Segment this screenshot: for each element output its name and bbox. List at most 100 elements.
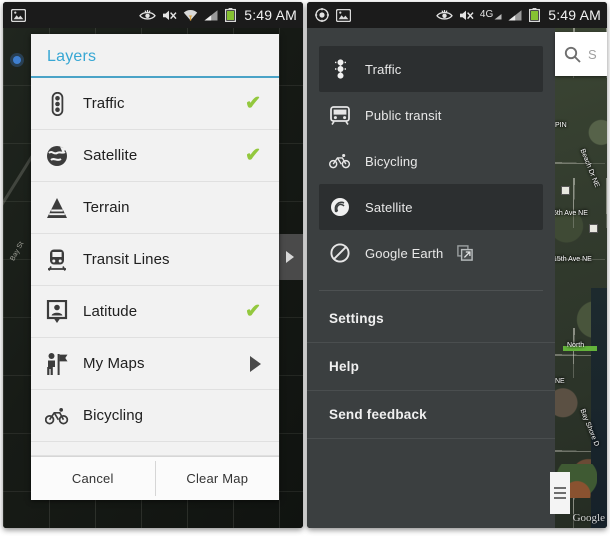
search-input[interactable]: S — [588, 47, 597, 62]
image-icon — [11, 8, 26, 22]
cancel-button[interactable]: Cancel — [31, 457, 155, 500]
wifi-icon — [184, 9, 198, 21]
train-icon — [329, 104, 351, 126]
layer-item-trailing[interactable]: ✔ — [245, 146, 267, 165]
phone-screenshot-left: Bay St 5:49 AM Layers Traffic ✔ Satellit… — [3, 2, 303, 528]
gps-location-icon — [315, 8, 329, 22]
my-maps-flag-icon — [45, 352, 69, 376]
layer-item-terrain[interactable]: Terrain — [31, 182, 279, 234]
layer-item-trailing[interactable] — [250, 355, 267, 372]
layer-item-label: Satellite — [83, 147, 138, 164]
map-label: PIN — [555, 122, 567, 129]
layer-item-traffic[interactable]: Traffic ✔ — [31, 78, 279, 130]
check-icon: ✔ — [245, 145, 261, 166]
drawer-action-send-feedback[interactable]: Send feedback — [307, 391, 555, 439]
status-bar-left-icons — [315, 8, 351, 22]
mobile-data-4g-icon: 4G — [480, 10, 502, 20]
layers-list: Traffic ✔ Satellite ✔ Terrain Transit Li… — [31, 78, 279, 456]
phone-screenshot-right: PIN 6th Ave NE 15th Ave NE North NE Beac… — [307, 2, 607, 528]
globe-icon — [45, 144, 69, 168]
chevron-right-icon — [250, 355, 261, 372]
check-icon: ✔ — [245, 301, 261, 322]
layer-item-label: Latitude — [83, 303, 138, 320]
mute-icon — [163, 10, 177, 20]
map-label: NE — [555, 378, 565, 385]
drawer-item-traffic[interactable]: Traffic — [319, 46, 543, 92]
screenshot-stage: Bay St 5:49 AM Layers Traffic ✔ Satellit… — [0, 0, 610, 536]
layer-item-label: My Maps — [83, 355, 145, 372]
drawer-item-public-transit[interactable]: Public transit — [319, 92, 543, 138]
traffic-light-icon — [45, 91, 69, 116]
layer-item-trailing[interactable]: ✔ — [245, 302, 267, 321]
external-link-icon — [457, 245, 474, 261]
drawer-item-label: Satellite — [365, 199, 413, 215]
legal-line — [554, 487, 566, 489]
check-icon: ✔ — [245, 93, 261, 114]
chevron-right-icon — [286, 251, 294, 263]
navigation-drawer: Traffic Public transit Bicycling Satelli… — [307, 28, 555, 528]
layer-item-bicycling[interactable]: Bicycling — [31, 390, 279, 442]
layer-item-label: Transit Lines — [83, 251, 170, 268]
train-icon — [45, 248, 69, 272]
drawer-item-label: Traffic — [365, 61, 402, 77]
layer-item-label: Traffic — [83, 95, 125, 112]
map-legal-chip[interactable] — [550, 472, 570, 514]
search-bar[interactable]: S — [555, 32, 607, 76]
network-type-label: 4G — [479, 9, 494, 20]
satellite-icon — [329, 196, 351, 218]
earth-icon — [329, 242, 351, 264]
drawer-item-satellite[interactable]: Satellite — [319, 184, 543, 230]
traffic-light-icon — [329, 58, 351, 80]
layer-item-transit-lines[interactable]: Transit Lines — [31, 234, 279, 286]
search-icon — [564, 46, 581, 63]
map-label: North — [567, 342, 585, 349]
map-location-dot — [13, 56, 21, 64]
drawer-item-label: Bicycling — [365, 153, 418, 169]
map-street-label: Bay St — [9, 240, 26, 263]
drawer-divider — [319, 290, 543, 291]
legal-line — [554, 492, 566, 494]
eye-icon — [139, 9, 157, 20]
layer-list-partial-row[interactable] — [31, 442, 279, 456]
layers-dialog: Layers Traffic ✔ Satellite ✔ Terrain Tra… — [31, 34, 279, 500]
drawer-item-label: Public transit — [365, 107, 442, 123]
map-canvas-right[interactable]: PIN 6th Ave NE 15th Ave NE North NE Beac… — [555, 28, 607, 528]
drawer-action-settings[interactable]: Settings — [307, 295, 555, 343]
layer-item-my-maps[interactable]: My Maps — [31, 338, 279, 390]
layer-item-trailing[interactable]: ✔ — [245, 94, 267, 113]
layer-item-latitude[interactable]: Latitude ✔ — [31, 286, 279, 338]
map-label: 6th Ave NE — [555, 210, 588, 217]
map-label: 15th Ave NE — [555, 256, 592, 263]
person-pin-icon — [45, 299, 69, 324]
status-bar-clock: 5:49 AM — [548, 7, 601, 23]
layers-dialog-title: Layers — [47, 48, 97, 65]
bicycle-icon — [329, 150, 351, 172]
drawer-handle[interactable] — [277, 234, 303, 280]
terrain-icon — [45, 196, 69, 220]
battery-icon — [225, 8, 237, 22]
mute-icon — [459, 10, 474, 20]
status-bar-right-icons: 4G 5:49 AM — [436, 7, 601, 23]
status-bar-right: 4G 5:49 AM — [307, 2, 607, 28]
status-bar-left-icons — [11, 8, 26, 22]
drawer-item-google-earth[interactable]: Google Earth — [319, 230, 543, 276]
signal-icon — [204, 9, 218, 20]
battery-icon — [529, 8, 541, 22]
map-marker — [561, 186, 570, 195]
drawer-item-label: Google Earth — [365, 245, 444, 261]
status-bar-clock: 5:49 AM — [244, 7, 297, 23]
layer-item-label: Bicycling — [83, 407, 144, 424]
layer-item-satellite[interactable]: Satellite ✔ — [31, 130, 279, 182]
image-icon — [336, 8, 351, 22]
status-bar-right-icons: 5:49 AM — [139, 7, 297, 23]
legal-line — [554, 497, 566, 499]
map-label: Beach Dr NE — [578, 148, 601, 189]
bicycle-icon — [45, 404, 69, 428]
dialog-button-bar: Cancel Clear Map — [31, 456, 279, 500]
google-watermark: Google — [572, 512, 605, 524]
drawer-item-bicycling[interactable]: Bicycling — [319, 138, 543, 184]
clear-map-button[interactable]: Clear Map — [156, 457, 280, 500]
layer-item-label: Terrain — [83, 199, 130, 216]
map-marker — [589, 224, 598, 233]
drawer-action-help[interactable]: Help — [307, 343, 555, 391]
